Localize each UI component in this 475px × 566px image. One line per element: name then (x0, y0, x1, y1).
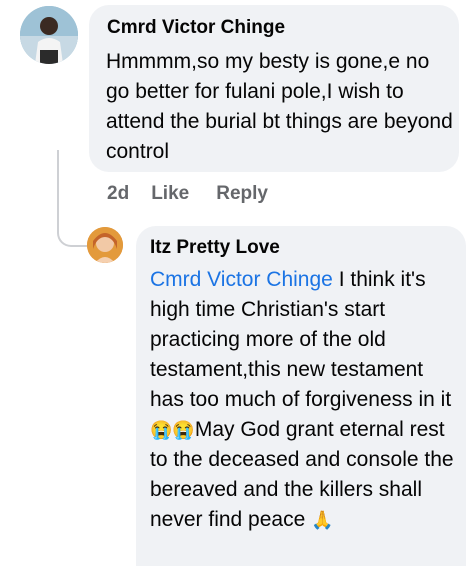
like-button[interactable]: Like (151, 183, 189, 205)
reply-author-avatar[interactable] (87, 227, 123, 263)
reply-author-name[interactable]: Itz Pretty Love (150, 237, 280, 259)
comment-text: Hmmmm,so my besty is gone,e no go better… (106, 50, 453, 163)
person-photo-icon (87, 227, 123, 263)
reply-text-part: May God grant eternal rest to the deceas… (150, 418, 454, 531)
mention-link[interactable]: Cmrd Victor Chinge (150, 268, 333, 291)
crying-emoji-icon: 😭😭 (150, 420, 195, 440)
comment-author-name[interactable]: Cmrd Victor Chinge (107, 17, 285, 39)
reply-text: Cmrd Victor Chinge I think it's high tim… (150, 265, 460, 535)
reply-thread-connector (57, 150, 87, 247)
praying-hands-emoji-icon: 🙏 (311, 510, 334, 530)
comment-timestamp[interactable]: 2d (107, 183, 129, 205)
reply-button[interactable]: Reply (216, 183, 268, 205)
person-photo-icon (20, 6, 78, 64)
commenter-avatar[interactable] (20, 6, 78, 64)
comment-actions: 2d Like Reply (107, 183, 268, 205)
